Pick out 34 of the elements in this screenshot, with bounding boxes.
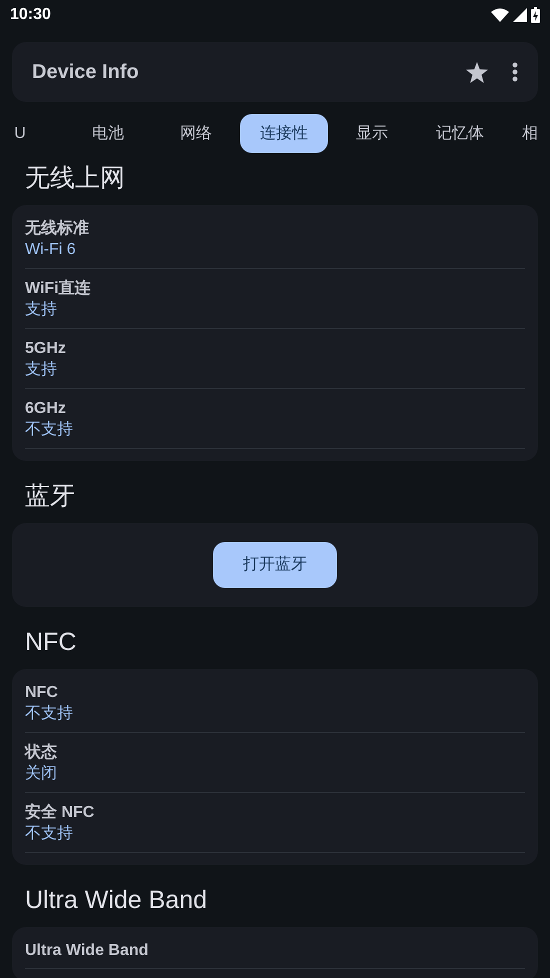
tab[interactable]: 电池 xyxy=(64,114,152,153)
section-title: 蓝牙 xyxy=(25,481,76,511)
status-time: 10:30 xyxy=(10,5,51,25)
battery-icon xyxy=(531,7,540,23)
info-label: 6GHz xyxy=(25,399,67,419)
more-options-icon[interactable] xyxy=(512,62,518,82)
section-title: NFC xyxy=(25,627,78,657)
info-value: 支持 xyxy=(25,360,58,380)
tab[interactable]: 记忆体 xyxy=(416,114,504,153)
tab[interactable]: 显示 xyxy=(328,114,416,153)
tab[interactable]: 连接性 xyxy=(240,114,328,153)
bluetooth-button[interactable]: 打开蓝牙 xyxy=(213,542,337,588)
info-label: WiFi直连 xyxy=(25,279,92,299)
star-icon[interactable] xyxy=(466,62,488,82)
info-label: 安全 NFC xyxy=(25,803,96,823)
info-value: 不支持 xyxy=(25,420,74,440)
app-title: Device Info xyxy=(32,60,140,85)
tab[interactable]: U xyxy=(0,114,64,153)
signal-icon xyxy=(513,8,527,22)
info-label: NFC xyxy=(25,683,59,703)
info-label: 无线标准 xyxy=(25,219,90,239)
info-label: Ultra Wide Band xyxy=(25,941,150,961)
info-value: 关闭 xyxy=(25,764,58,784)
tab[interactable]: 相 xyxy=(504,114,546,153)
wifi-icon xyxy=(491,8,509,22)
info-label: 状态 xyxy=(25,743,58,763)
section-title: Ultra Wide Band xyxy=(25,885,208,915)
info-value: 不支持 xyxy=(25,824,74,844)
info-value: Wi-Fi 6 xyxy=(25,240,77,260)
info-label: 5GHz xyxy=(25,339,67,359)
tab[interactable]: 网络 xyxy=(152,114,240,153)
info-value: 支持 xyxy=(25,300,58,320)
section-title: 无线上网 xyxy=(25,163,126,193)
info-value: 不支持 xyxy=(25,704,74,724)
